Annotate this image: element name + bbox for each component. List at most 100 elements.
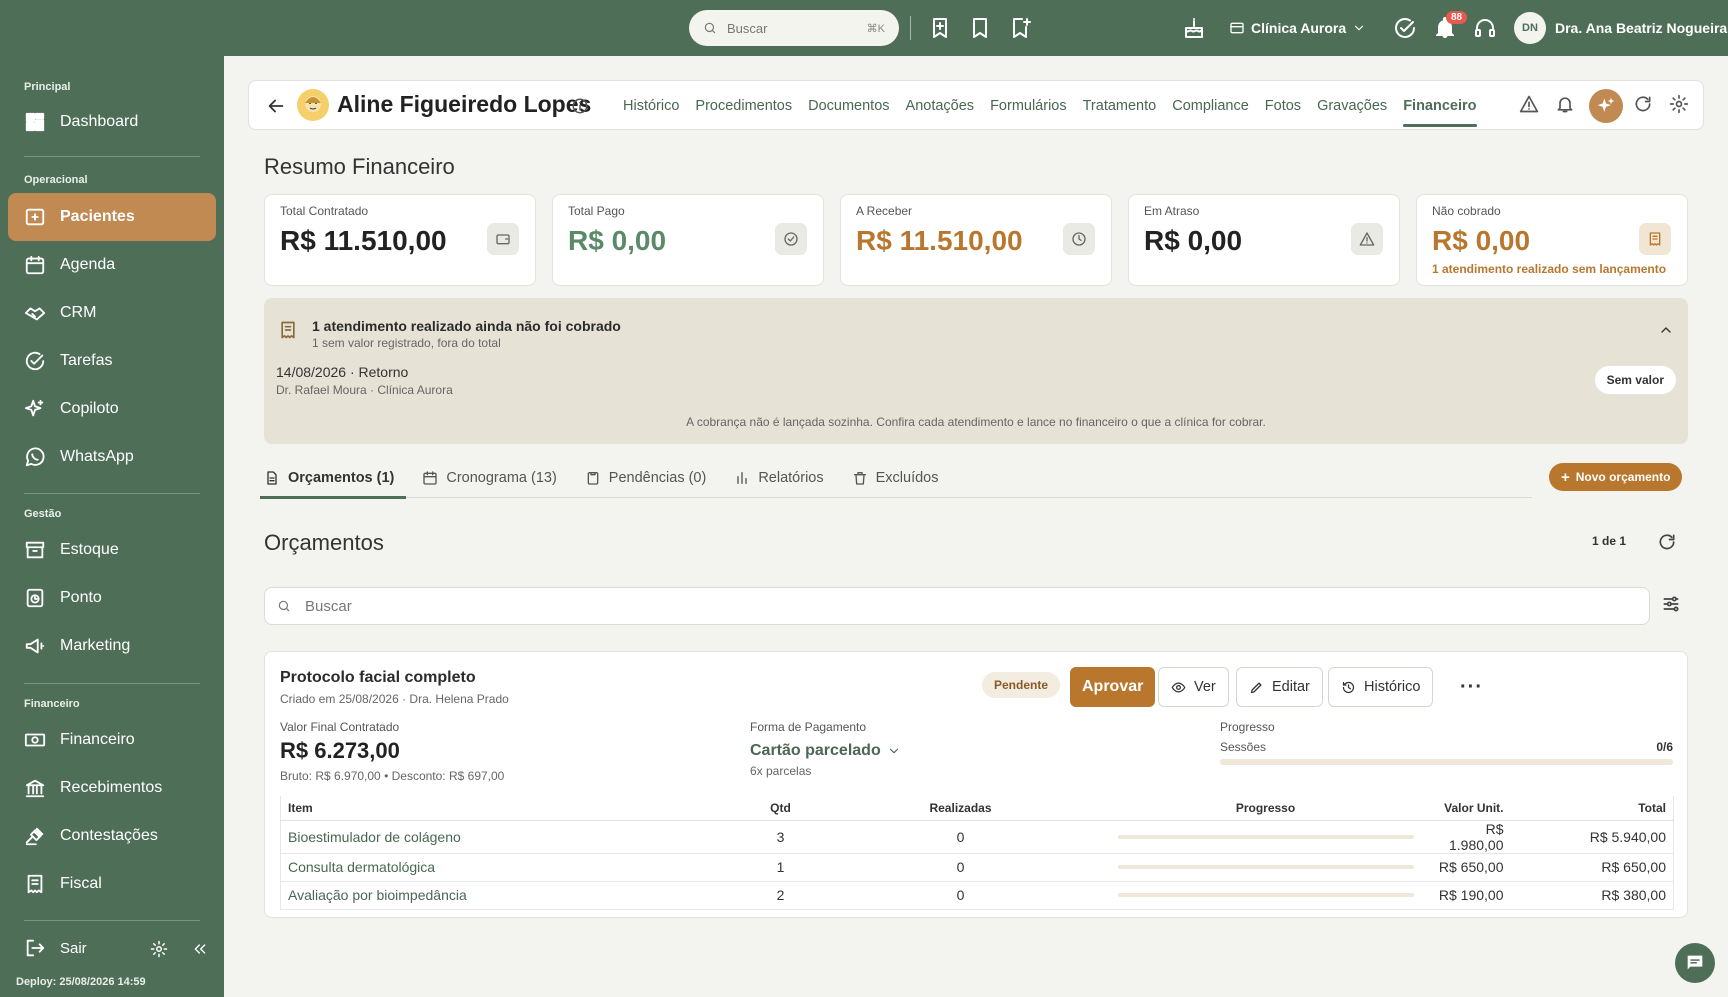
warning-icon[interactable] [1519,94,1541,116]
bookmark-plus-icon[interactable] [1008,16,1032,40]
table-row[interactable]: Consulta dermatológica 1 0 R$ 650,00 R$ … [280,853,1674,882]
item-qtd: 1 [750,853,811,882]
global-search[interactable]: Buscar ⌘K [689,10,899,46]
sidebar-item-label: Agenda [60,256,116,273]
headset-icon[interactable] [1473,16,1497,40]
document-icon [267,471,277,485]
gear-icon[interactable] [150,940,168,958]
more-options-icon[interactable]: ··· [1460,676,1483,699]
collapse-sidebar-icon[interactable] [192,941,208,957]
tab-documentos[interactable]: Documentos [800,81,897,131]
budget-title: Protocolo facial completo [280,669,476,686]
global-search-placeholder: Buscar [727,20,768,36]
item-unit-price: R$ 650,00 [1420,853,1511,882]
back-arrow-icon[interactable] [265,95,287,117]
sidebar-item-pacientes[interactable]: Pacientes [8,193,216,241]
sidebar-item-whatsapp[interactable]: WhatsApp [8,433,216,481]
user-menu[interactable]: DN Dra. Ana Beatriz Nogueira [1514,12,1727,44]
bell-icon[interactable] [1555,94,1577,116]
calendar-icon [423,471,438,485]
sidebar-item-fiscal[interactable]: Fiscal [8,860,216,908]
sidebar-item-estoque[interactable]: Estoque [8,526,216,574]
tab-label: Excluídos [875,470,939,486]
clinic-selector[interactable]: Clínica Aurora [1229,16,1366,40]
table-row[interactable]: Bioestimulador de colágeno 3 0 R$ 1.980,… [280,820,1674,854]
task-check-icon[interactable] [1393,16,1417,40]
item-name[interactable]: Avaliação por bioimpedância [280,881,751,910]
gear-icon[interactable] [1669,94,1691,116]
sidebar-item-label: WhatsApp [60,448,134,465]
tab-pendencias[interactable]: Pendências (0) [581,458,719,498]
chevron-up-icon[interactable] [1658,322,1674,338]
sidebar-item-crm[interactable]: CRM [8,289,216,337]
card-value: R$ 0,00 [568,225,667,256]
sidebar-item-marketing[interactable]: Marketing [8,622,216,670]
card-label: Total Pago [568,204,625,218]
budget-search-input[interactable]: Buscar [264,587,1650,625]
card-value: R$ 11.510,00 [856,225,1023,256]
tab-excluidos[interactable]: Excluídos [848,458,951,498]
tab-compliance[interactable]: Compliance [1164,81,1257,131]
sidebar-item-label: Copiloto [60,400,119,417]
tab-cronograma[interactable]: Cronograma (13) [418,458,568,498]
bookmark-check-icon[interactable] [968,16,992,40]
building-icon [1230,22,1244,34]
sidebar-item-copiloto[interactable]: Copiloto [8,385,216,433]
payment-method-select[interactable]: Cartão parcelado [750,742,901,760]
item-progress [1110,820,1421,854]
sidebar-item-contestacoes[interactable]: Contestações [8,812,216,860]
refresh-icon[interactable] [1633,94,1655,116]
chat-icon [1687,955,1703,970]
tab-relatorios[interactable]: Relatórios [730,458,835,498]
item-realizadas: 0 [810,853,1111,882]
tab-formularios[interactable]: Formulários [982,81,1075,131]
value-breakdown: Bruto: R$ 6.970,00 • Desconto: R$ 697,00 [280,769,505,783]
sidebar-item-recebimentos[interactable]: Recebimentos [8,764,216,812]
budget-search-placeholder: Buscar [305,597,352,615]
birthday-cake-icon[interactable] [1182,16,1206,40]
new-budget-button[interactable]: + Novo orçamento [1549,463,1683,491]
col-realizadas: Realizadas [810,796,1111,821]
view-button[interactable]: Ver [1158,667,1229,707]
tab-gravacoes[interactable]: Gravações [1309,81,1395,131]
tab-fotos[interactable]: Fotos [1257,81,1309,131]
edit-button[interactable]: Editar [1236,667,1323,707]
final-value: R$ 6.273,00 [280,738,400,763]
sidebar-item-tarefas[interactable]: Tarefas [8,337,216,385]
bookmark-icon[interactable] [928,16,952,40]
ai-sparkle-button[interactable] [1589,89,1623,123]
financial-subtabs: Orçamentos (1) Cronograma (13) Pendência… [260,458,1532,499]
sidebar-item-label: Pacientes [60,208,135,225]
history-button[interactable]: Histórico [1328,667,1434,707]
logout-button[interactable]: Sair [24,937,87,959]
sidebar-item-label: Financeiro [60,731,135,748]
table-row[interactable]: Avaliação por bioimpedância 2 0 R$ 190,0… [280,881,1674,910]
filter-sliders-icon[interactable] [1661,594,1681,614]
tab-financeiro[interactable]: Financeiro [1395,81,1484,131]
tab-label: Pendências (0) [608,470,707,486]
tab-anotacoes[interactable]: Anotações [898,81,983,131]
tab-label: Relatórios [758,470,824,486]
item-name[interactable]: Bioestimulador de colágeno [280,820,751,854]
divider [24,156,200,157]
chat-button[interactable] [1675,943,1715,983]
receipt-icon [27,874,43,894]
refresh-icon[interactable] [1657,532,1677,552]
sidebar-item-financeiro[interactable]: Financeiro [8,716,216,764]
item-name[interactable]: Consulta dermatológica [280,853,751,882]
sidebar-item-ponto[interactable]: Ponto [8,574,216,622]
gavel-icon [25,827,44,846]
tab-procedimentos[interactable]: Procedimentos [687,81,800,131]
item-total: R$ 380,00 [1510,881,1674,910]
tab-historico[interactable]: Histórico [615,81,687,131]
section-principal: Principal [24,81,71,93]
sidebar-item-dashboard[interactable]: Dashboard [8,98,216,146]
handshake-icon [24,307,46,321]
approve-button[interactable]: Aprovar [1070,667,1156,707]
sidebar-item-agenda[interactable]: Agenda [8,241,216,289]
info-icon[interactable] [571,97,589,115]
tab-tratamento[interactable]: Tratamento [1075,81,1165,131]
history-label: Histórico [1364,679,1421,695]
no-value-badge[interactable]: Sem valor [1594,366,1676,394]
tab-orcamentos[interactable]: Orçamentos (1) [260,458,407,499]
